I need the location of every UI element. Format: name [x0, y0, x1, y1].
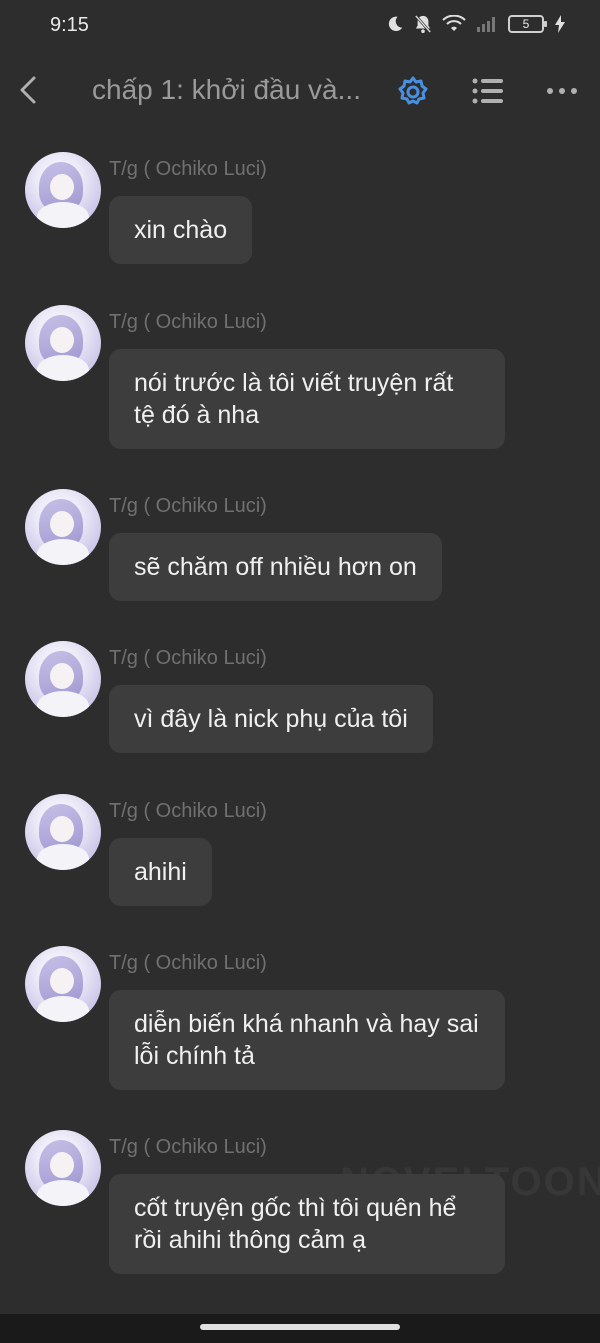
avatar[interactable]: [25, 1130, 101, 1206]
message-bubble: xin chào: [109, 196, 253, 264]
status-time: 9:15: [50, 14, 89, 36]
avatar[interactable]: [25, 489, 101, 565]
list-icon: [472, 78, 503, 104]
settings-button[interactable]: [395, 74, 431, 110]
gear-icon: [398, 76, 428, 105]
bell-off-icon: [414, 15, 432, 33]
author-name: T/g ( Ochiko Luci): [109, 311, 267, 333]
author-name: T/g ( Ochiko Luci): [109, 1136, 267, 1158]
message-bubble: vì đây là nick phụ của tôi: [109, 685, 433, 753]
battery-level: 5: [522, 17, 530, 31]
moon-icon: [388, 16, 403, 32]
avatar[interactable]: [25, 152, 101, 228]
author-name: T/g ( Ochiko Luci): [109, 952, 267, 974]
battery-icon: 5: [508, 15, 547, 33]
chapter-title: chấp 1: khởi đầu và...: [92, 74, 361, 105]
chevron-left-icon: [20, 76, 36, 104]
wifi-icon: [442, 15, 466, 31]
avatar[interactable]: [25, 641, 101, 717]
more-horizontal-icon: [547, 88, 577, 94]
author-name: T/g ( Ochiko Luci): [109, 158, 267, 180]
message-bubble: diễn biến khá nhanh và hay sai lỗi chính…: [109, 990, 505, 1090]
author-name: T/g ( Ochiko Luci): [109, 800, 267, 822]
message-bubble: sẽ chăm off nhiều hơn on: [109, 533, 442, 601]
avatar[interactable]: [25, 946, 101, 1022]
home-indicator[interactable]: [200, 1324, 400, 1330]
message-bubble: cốt truyện gốc thì tôi quên hể rồi ahihi…: [109, 1174, 505, 1274]
nav-bar: chấp 1: khởi đầu và...: [0, 56, 600, 126]
back-button[interactable]: [14, 72, 46, 108]
author-name: T/g ( Ochiko Luci): [109, 647, 267, 669]
avatar[interactable]: [25, 794, 101, 870]
author-name: T/g ( Ochiko Luci): [109, 495, 267, 517]
avatar[interactable]: [25, 305, 101, 381]
charging-icon: [555, 15, 565, 33]
status-icons: 5: [386, 14, 566, 34]
status-bar: 9:15 5: [0, 0, 600, 56]
chapter-list-button[interactable]: [471, 74, 505, 108]
more-options-button[interactable]: [545, 74, 579, 108]
message-bubble: nói trước là tôi viết truyện rất tệ đó à…: [109, 349, 505, 449]
signal-icon: [477, 17, 495, 32]
message-bubble: ahihi: [109, 838, 212, 906]
